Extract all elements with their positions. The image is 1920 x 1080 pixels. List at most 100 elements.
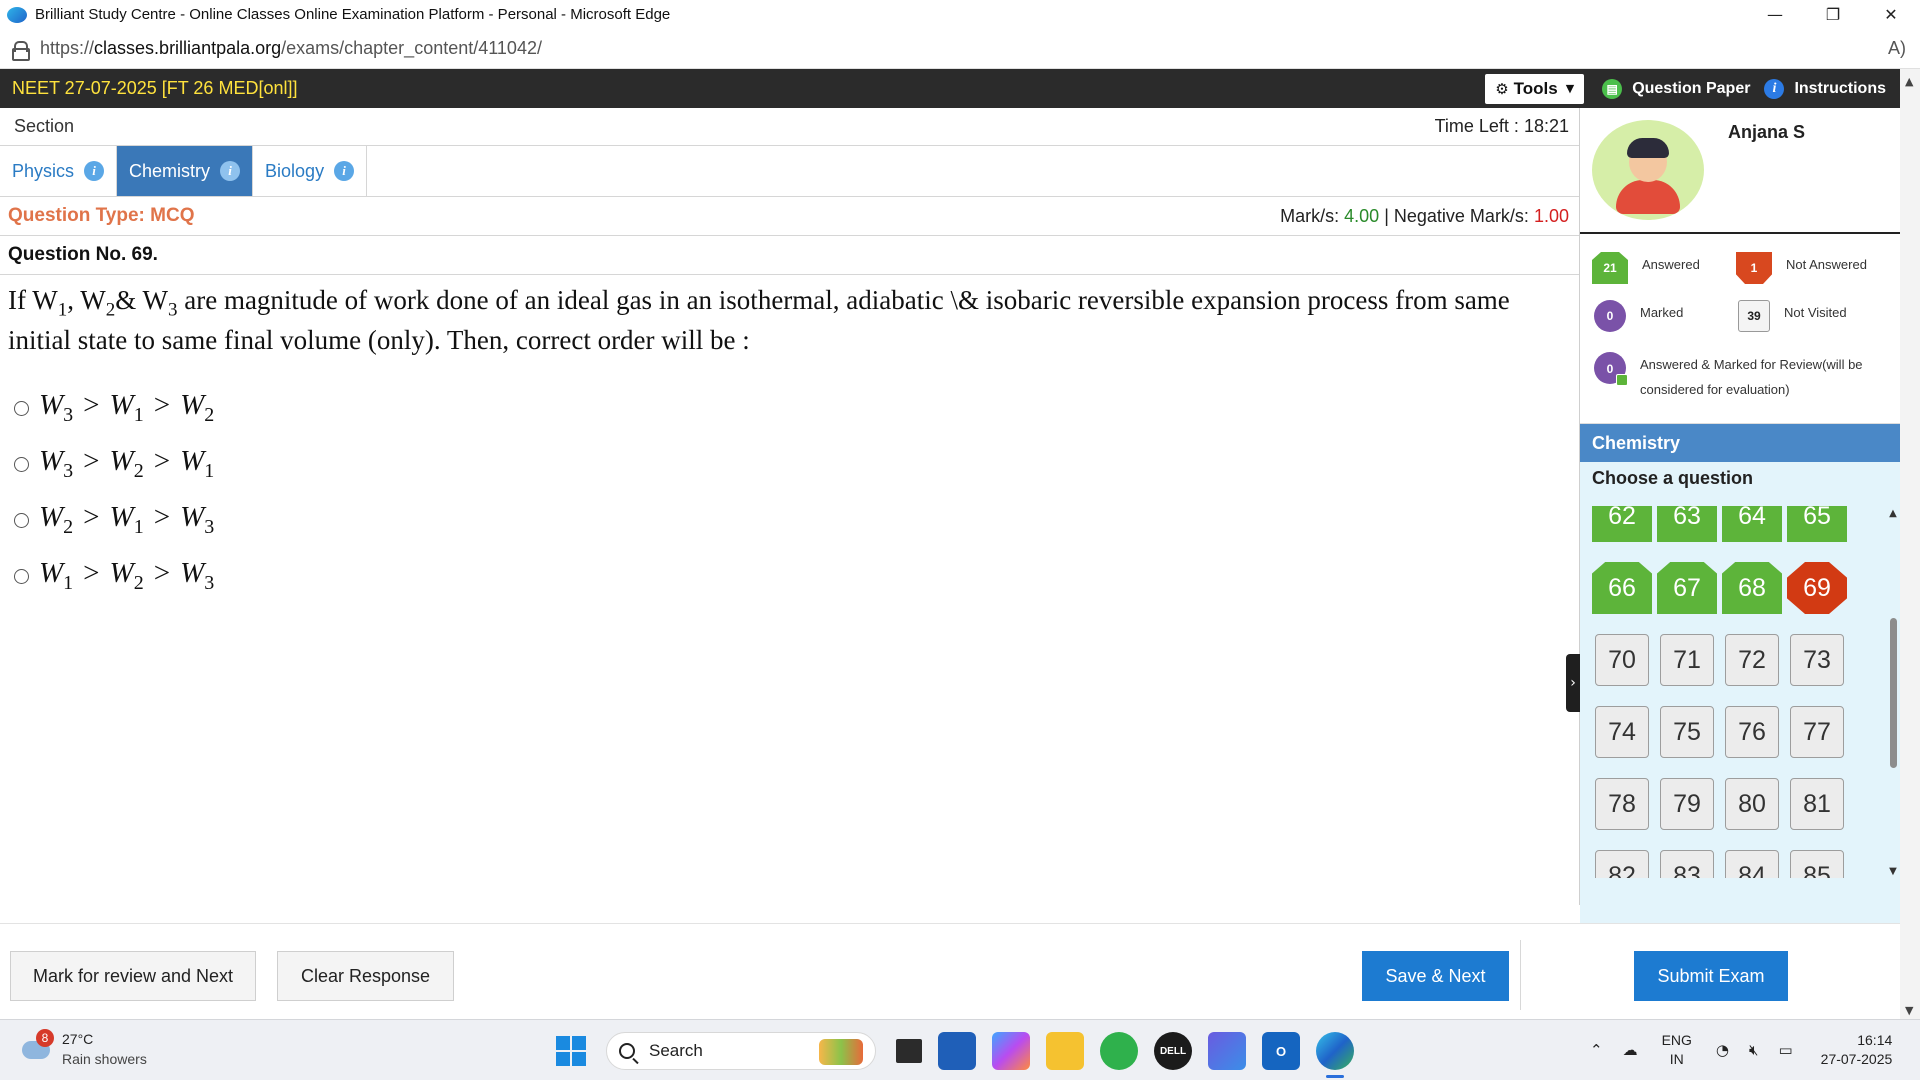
palette-question-78[interactable]: 78 [1595,778,1649,830]
info-icon[interactable]: i [220,161,241,181]
url-text[interactable]: https://classes.brilliantpala.org/exams/… [40,38,542,59]
palette-question-66[interactable]: 66 [1592,562,1652,614]
mute-icon[interactable]: 🔇︎ [1749,1041,1758,1059]
option-expression[interactable]: W3 > W2 > W1 [39,445,214,483]
scroll-up-icon[interactable]: ▲ [1886,508,1900,522]
question-type: Question Type: MCQ [8,205,195,226]
tab-physics[interactable]: Physics i [0,146,118,196]
profile-card: Anjana S [1580,108,1900,234]
palette-question-65[interactable]: 65 [1787,506,1847,542]
tools-dropdown[interactable]: ⚙ Tools ▼ [1485,73,1585,104]
question-type-row: Question Type: MCQ Mark/s: 4.00 | Negati… [0,197,1579,236]
option-2[interactable]: W3 > W2 > W1 [14,436,1579,492]
palette-question-79[interactable]: 79 [1660,778,1714,830]
read-aloud-icon[interactable]: A) [1888,38,1906,59]
battery-icon[interactable]: ▭ [1778,1041,1792,1059]
palette-question-76[interactable]: 76 [1725,706,1779,758]
dell-icon[interactable]: DELL [1154,1032,1192,1070]
tab-chemistry[interactable]: Chemistry i [117,146,254,196]
option-expression[interactable]: W3 > W1 > W2 [39,389,214,427]
onedrive-icon[interactable]: ☁ [1623,1041,1638,1059]
info-icon[interactable]: i [84,161,105,181]
palette-question-77[interactable]: 77 [1790,706,1844,758]
browser-titlebar: Brilliant Study Centre - Online Classes … [0,0,1920,29]
palette-question-83[interactable]: 83 [1660,850,1714,878]
scroll-down-icon[interactable]: ▼ [1905,1004,1913,1017]
outlook-icon[interactable]: O [1262,1032,1300,1070]
close-button[interactable]: ✕ [1862,0,1920,29]
palette-question-82[interactable]: 82 [1595,850,1649,878]
palette-question-62[interactable]: 62 [1592,506,1652,542]
page-scrollbar[interactable]: ▲ ▼ [1900,69,1920,1019]
language-indicator[interactable]: ENG IN [1662,1031,1692,1069]
palette-question-75[interactable]: 75 [1660,706,1714,758]
palette-question-73[interactable]: 73 [1790,634,1844,686]
scroll-thumb[interactable] [1890,618,1897,768]
palette-question-69[interactable]: 69 [1787,562,1847,614]
date: 27-07-2025 [1820,1051,1893,1067]
minimize-button[interactable]: — [1746,0,1804,29]
mark-review-next-button[interactable]: Mark for review and Next [10,951,256,1001]
taskbar-search[interactable]: Search [606,1032,876,1070]
task-view-icon[interactable] [896,1039,922,1063]
palette-question-63[interactable]: 63 [1657,506,1717,542]
lock-icon[interactable] [12,40,30,61]
radio-button[interactable] [14,456,29,472]
option-3[interactable]: W2 > W1 > W3 [14,492,1579,548]
section-tabs: Physics i Chemistry i Biology i [0,146,1579,197]
store-icon[interactable] [938,1032,976,1070]
question-pane: Section Time Left : 18:21 Physics i Chem… [0,108,1580,905]
radio-button[interactable] [14,400,29,416]
info-icon[interactable]: i [334,161,355,181]
marks-info: Mark/s: 4.00 | Negative Mark/s: 1.00 [1280,206,1569,227]
question-paper-link[interactable]: ▤ Question Paper [1602,78,1750,99]
clear-response-button[interactable]: Clear Response [277,951,454,1001]
weather-widget[interactable]: 8 27°C Rain showers [22,1029,147,1069]
palette-question-74[interactable]: 74 [1595,706,1649,758]
radio-button[interactable] [14,512,29,528]
option-expression[interactable]: W1 > W2 > W3 [39,557,214,595]
palette-scrollbar[interactable]: ▲ ▼ [1886,508,1900,880]
action-footer: Mark for review and Next Clear Response … [0,923,1900,1019]
palette-question-64[interactable]: 64 [1722,506,1782,542]
question-text-part: , W [67,285,106,315]
collapse-panel-button[interactable]: › [1566,654,1580,712]
palette-question-71[interactable]: 71 [1660,634,1714,686]
time-left-value: 18:21 [1523,116,1569,136]
clock[interactable]: 16:14 27-07-2025 [1821,1031,1893,1069]
whatsapp-icon[interactable] [1100,1032,1138,1070]
restore-button[interactable]: ❐ [1804,0,1862,29]
app-icon[interactable] [1208,1032,1246,1070]
address-bar[interactable]: https://classes.brilliantpala.org/exams/… [0,29,1920,69]
question-text-part: & W [115,285,168,315]
palette-question-72[interactable]: 72 [1725,634,1779,686]
scroll-down-icon[interactable]: ▼ [1886,866,1900,880]
wifi-icon[interactable]: ◔ [1716,1041,1729,1059]
palette-question-80[interactable]: 80 [1725,778,1779,830]
palette-question-84[interactable]: 84 [1725,850,1779,878]
radio-button[interactable] [14,568,29,584]
save-next-button[interactable]: Save & Next [1362,951,1509,1001]
instructions-link[interactable]: i Instructions [1764,78,1886,99]
palette-question-85[interactable]: 85 [1790,850,1844,878]
palette-question-67[interactable]: 67 [1657,562,1717,614]
copilot-icon[interactable] [992,1032,1030,1070]
scroll-up-icon[interactable]: ▲ [1905,75,1913,88]
file-explorer-icon[interactable] [1046,1032,1084,1070]
search-label: Search [649,1041,703,1060]
option-1[interactable]: W3 > W1 > W2 [14,380,1579,436]
option-4[interactable]: W1 > W2 > W3 [14,548,1579,604]
chevron-up-icon[interactable]: ⌃ [1590,1041,1603,1059]
windows-start-icon[interactable] [556,1036,586,1066]
edge-icon[interactable] [1316,1032,1354,1078]
palette-question-70[interactable]: 70 [1595,634,1649,686]
question-palette: Choose a question 62 63 64 65 66 67 68 69 70 71 72… [1580,462,1900,923]
legend-label: Answered & Marked for Review(will be cons… [1640,352,1863,402]
option-expression[interactable]: W2 > W1 > W3 [39,501,214,539]
legend-marked: 0 Marked [1594,300,1683,332]
window-controls: — ❐ ✕ [1746,0,1920,29]
submit-exam-button[interactable]: Submit Exam [1634,951,1788,1001]
palette-question-68[interactable]: 68 [1722,562,1782,614]
tab-biology[interactable]: Biology i [253,146,368,196]
palette-question-81[interactable]: 81 [1790,778,1844,830]
